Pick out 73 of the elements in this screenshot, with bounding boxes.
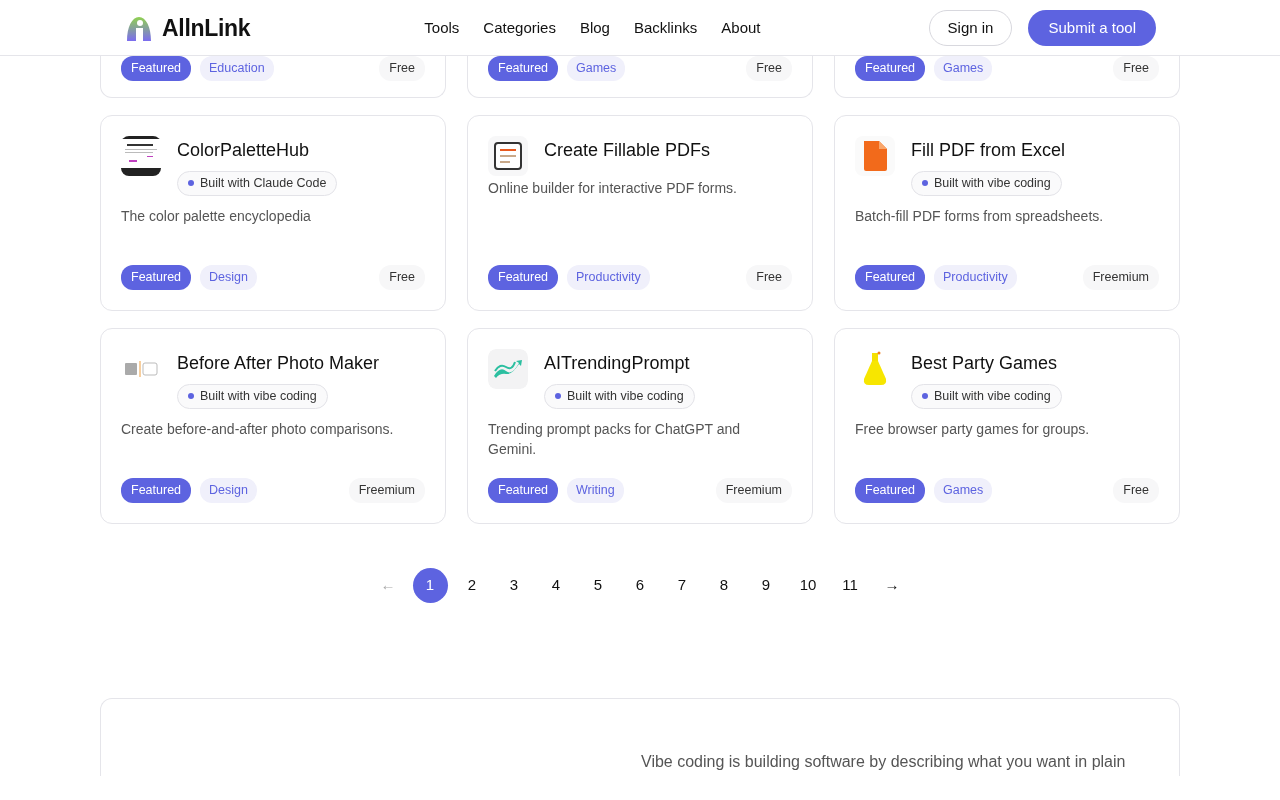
badge-text: Built with vibe coding (567, 388, 684, 405)
nav-link[interactable]: Tools (424, 16, 460, 40)
page-button[interactable]: 9 (748, 568, 784, 603)
category-tag[interactable]: Games (567, 56, 626, 81)
pricing-label: Freemium (715, 478, 792, 503)
featured-tag: Featured (855, 265, 926, 290)
tool-description: Free browser party games for groups. (855, 419, 1091, 439)
pricing-label: Free (746, 265, 792, 290)
pricing-label: Free (379, 56, 425, 81)
tool-name[interactable]: Create Fillable PDFs (544, 137, 711, 163)
featured-tag: Featured (488, 56, 559, 81)
tool-name[interactable]: Best Party Games (911, 350, 1058, 376)
tool-name[interactable]: ColorPaletteHub (177, 137, 310, 163)
tool-name[interactable]: Fill PDF from Excel (911, 137, 1065, 163)
dot-icon (555, 393, 561, 400)
category-tag[interactable]: Writing (567, 478, 624, 503)
category-tag[interactable]: Design (200, 478, 257, 503)
category-tag[interactable]: Productivity (567, 265, 650, 290)
featured-tag: Featured (855, 56, 926, 81)
tool-name[interactable]: AITrendingPrompt (544, 350, 690, 376)
trend-chart-icon (488, 349, 528, 389)
tool-description: Batch-fill PDF forms from spreadsheets. (855, 206, 1105, 226)
category-tag[interactable]: Games (934, 56, 993, 81)
featured-tag: Featured (855, 478, 926, 503)
form-document-icon (488, 136, 528, 176)
page-button[interactable]: 8 (706, 568, 742, 603)
dot-icon (922, 393, 928, 400)
submit-tool-button[interactable]: Submit a tool (1028, 10, 1156, 46)
tool-description: Online builder for interactive PDF forms. (488, 179, 738, 198)
tool-description: The color palette encyclopedia (121, 206, 312, 226)
pricing-label: Freemium (1082, 265, 1159, 290)
dot-icon (188, 393, 194, 400)
dot-icon (188, 180, 194, 187)
pricing-label: Free (1113, 56, 1159, 81)
pricing-label: Free (379, 265, 425, 290)
category-tag[interactable]: Productivity (934, 265, 1017, 290)
badge-text: Built with vibe coding (200, 388, 317, 405)
badge-text: Built with vibe coding (934, 175, 1051, 192)
page-button[interactable]: 7 (664, 568, 700, 603)
page-button[interactable]: 5 (580, 568, 616, 603)
tool-description: Create before-and-after photo comparisons. (121, 419, 395, 439)
nav-link[interactable]: Blog (579, 16, 610, 40)
page-button[interactable]: 3 (496, 568, 532, 603)
nav-link[interactable]: Categories (483, 16, 556, 40)
featured-tag: Featured (121, 265, 192, 290)
page-button[interactable]: 4 (538, 568, 574, 603)
brand-name[interactable]: AllnLink (162, 10, 251, 46)
featured-tag: Featured (121, 478, 192, 503)
nav-link[interactable]: Backlinks (633, 16, 698, 40)
featured-tag: Featured (488, 478, 559, 503)
category-tag[interactable]: Games (934, 478, 993, 503)
sign-in-button[interactable]: Sign in (928, 10, 1013, 46)
pricing-label: Free (1113, 478, 1159, 503)
tool-name[interactable]: Before After Photo Maker (177, 350, 380, 376)
page-button[interactable]: 6 (622, 568, 658, 603)
badge-text: Built with Claude Code (200, 175, 327, 192)
pricing-label: Free (746, 56, 792, 81)
featured-tag: Featured (121, 56, 192, 81)
featured-tag: Featured (488, 265, 559, 290)
category-tag[interactable]: Education (200, 56, 274, 81)
dot-icon (922, 180, 928, 187)
page-button[interactable]: 11 (832, 568, 868, 603)
nav-link[interactable]: About (721, 16, 761, 40)
next-page-button[interactable]: → (874, 568, 910, 603)
page-button[interactable]: 2 (454, 568, 490, 603)
badge-text: Built with vibe coding (934, 388, 1051, 405)
pricing-label: Freemium (348, 478, 425, 503)
page-button[interactable]: 10 (790, 568, 826, 603)
page-thumbnail-icon (121, 136, 161, 176)
tool-description: Trending prompt packs for ChatGPT and Gemini. (488, 419, 742, 459)
category-tag[interactable]: Design (200, 265, 257, 290)
about-text: Vibe coding is building software by describing what you want in plain (641, 752, 1127, 772)
page-button[interactable]: 1 (412, 568, 448, 603)
